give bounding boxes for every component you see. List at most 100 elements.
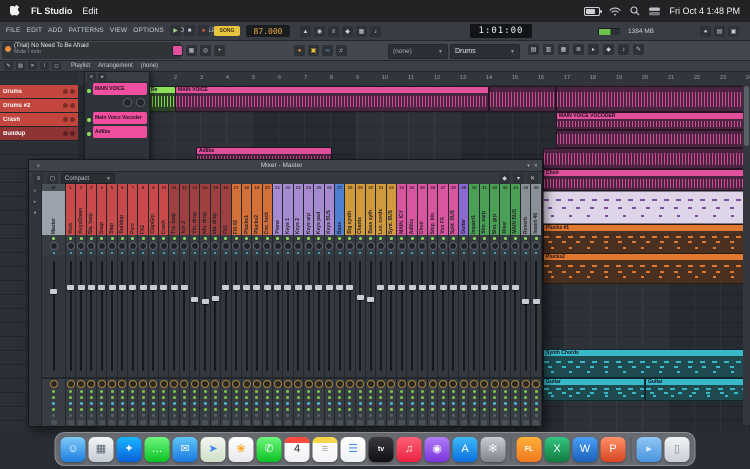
- snap-magnet-icon[interactable]: ◆: [342, 26, 353, 37]
- pan-knob[interactable]: [459, 241, 468, 250]
- mixer-strip-10[interactable]: 10Crash: [159, 184, 169, 426]
- fx-slot[interactable]: [97, 418, 106, 426]
- mixer-window[interactable]: ≡ Mixer - Master ▾ ✕ ≡◻ Compact ▼ ◆▾✕ ≡ …: [28, 159, 543, 427]
- track-volume-knob[interactable]: [70, 117, 75, 122]
- playlist-clip[interactable]: [543, 191, 750, 224]
- dock-icon-word[interactable]: W: [573, 437, 598, 462]
- fader-cap[interactable]: [409, 285, 416, 290]
- fader-cap[interactable]: [450, 285, 457, 290]
- typing-piano-icon[interactable]: ▤: [714, 26, 725, 37]
- volume-fader[interactable]: [314, 255, 323, 377]
- volume-fader[interactable]: [252, 255, 261, 377]
- fader-cap[interactable]: [429, 285, 436, 290]
- playlist-clip-guitar[interactable]: Guitar: [645, 378, 750, 401]
- channel-button-adlibs[interactable]: Adlibs: [93, 126, 147, 138]
- pan-knob[interactable]: [232, 241, 241, 250]
- fx-slot[interactable]: [211, 418, 220, 426]
- pan-knob[interactable]: [314, 241, 323, 250]
- pan-knob[interactable]: [190, 241, 199, 250]
- playlist-clip[interactable]: [556, 86, 750, 112]
- volume-fader[interactable]: [480, 255, 489, 377]
- mixer-strip-46[interactable]: 46Insert 46: [531, 184, 541, 426]
- fader-cap[interactable]: [181, 285, 188, 290]
- pan-knob[interactable]: [263, 241, 272, 250]
- delete-tool-icon[interactable]: ✕: [28, 62, 37, 70]
- track-mute-knob[interactable]: [63, 89, 68, 94]
- tempo-display[interactable]: 87.000: [246, 25, 290, 37]
- pan-knob[interactable]: [500, 241, 509, 250]
- mixer-strip-16[interactable]: 16FX1: [221, 184, 231, 426]
- fader-cap[interactable]: [171, 285, 178, 290]
- pan-knob[interactable]: [221, 241, 230, 250]
- fader-cap[interactable]: [50, 289, 57, 294]
- eq-knob[interactable]: [252, 379, 261, 388]
- volume-fader[interactable]: [263, 255, 272, 377]
- track-header-crash[interactable]: Crash: [0, 113, 78, 127]
- loop-record-icon[interactable]: ◉: [314, 26, 325, 37]
- fader-cap[interactable]: [440, 285, 447, 290]
- eq-knob[interactable]: [242, 379, 251, 388]
- mixer-strip-27[interactable]: 27Bass: [335, 184, 345, 426]
- mixer-strip-32[interactable]: 32Synt. BUS: [387, 184, 397, 426]
- mixer-strip-44[interactable]: 44MAIN BUS: [511, 184, 521, 426]
- dock-icon-launchpad[interactable]: ▦: [89, 437, 114, 462]
- fx-slot[interactable]: [418, 418, 427, 426]
- volume-fader[interactable]: [490, 255, 499, 377]
- paint-tool-icon[interactable]: ▨: [16, 62, 25, 70]
- fx-slot[interactable]: [397, 418, 406, 426]
- pan-knob[interactable]: [438, 241, 447, 250]
- volume-fader[interactable]: [200, 255, 209, 377]
- detach-icon[interactable]: ◻: [47, 173, 58, 184]
- track-volume-knob[interactable]: [70, 131, 75, 136]
- mixer-strip-35[interactable]: 35Choir: [418, 184, 428, 426]
- mixer-strip-30[interactable]: 30Bass syth: [366, 184, 376, 426]
- eq-knob[interactable]: [449, 379, 458, 388]
- eq-knob[interactable]: [521, 379, 530, 388]
- fader-cap[interactable]: [460, 285, 467, 290]
- pan-knob[interactable]: [283, 241, 292, 250]
- menubar-item-edit[interactable]: Edit: [82, 6, 98, 16]
- fader-cap[interactable]: [419, 285, 426, 290]
- dock-icon-folder[interactable]: ▸: [637, 437, 662, 462]
- pan-knob[interactable]: [294, 241, 303, 250]
- volume-fader[interactable]: [366, 255, 375, 377]
- playlist-clip-plucks2[interactable]: Plucks2: [543, 253, 750, 284]
- mixer-strip-3[interactable]: 3Sta. loop: [87, 184, 97, 426]
- fx-slot[interactable]: [252, 418, 261, 426]
- fader-cap[interactable]: [264, 285, 271, 290]
- fx-slot[interactable]: [366, 418, 375, 426]
- eq-knob[interactable]: [169, 379, 178, 388]
- eq-knob[interactable]: [97, 379, 106, 388]
- tempo-tap-icon[interactable]: ♪: [618, 44, 629, 55]
- fader-cap[interactable]: [140, 285, 147, 290]
- fl-menu-file[interactable]: FILE: [6, 27, 21, 34]
- dock-icon-finder[interactable]: ☺: [61, 437, 86, 462]
- eq-knob[interactable]: [356, 379, 365, 388]
- fx-slot[interactable]: [107, 418, 116, 426]
- rail-icon[interactable]: ●: [33, 210, 36, 216]
- dock-icon-flstudio[interactable]: FL: [517, 437, 542, 462]
- fx-slot[interactable]: [438, 418, 447, 426]
- control-center-icon[interactable]: [649, 7, 660, 16]
- fader-cap[interactable]: [398, 285, 405, 290]
- pan-knob[interactable]: [149, 241, 158, 250]
- fx-slot[interactable]: [376, 418, 385, 426]
- volume-fader[interactable]: [376, 255, 385, 377]
- fx-slot[interactable]: [128, 418, 137, 426]
- pan-knob[interactable]: [428, 241, 437, 250]
- mixer-strip-37[interactable]: 37Vox FX: [438, 184, 448, 426]
- eq-knob[interactable]: [159, 379, 168, 388]
- track-mute-knob[interactable]: [63, 117, 68, 122]
- pan-knob[interactable]: [387, 241, 396, 250]
- volume-fader[interactable]: [97, 255, 106, 377]
- fx-slot[interactable]: [531, 418, 540, 426]
- fx-slot[interactable]: [200, 418, 209, 426]
- volume-fader[interactable]: [345, 255, 354, 377]
- pan-knob[interactable]: [242, 241, 251, 250]
- pan-knob[interactable]: [169, 241, 178, 250]
- channel-rack-titlebar[interactable]: ≡ ▸: [85, 72, 149, 81]
- fader-cap[interactable]: [284, 285, 291, 290]
- snap-icon[interactable]: ▾: [513, 173, 524, 184]
- dock-icon-music[interactable]: ♫: [397, 437, 422, 462]
- fx-slot[interactable]: [345, 418, 354, 426]
